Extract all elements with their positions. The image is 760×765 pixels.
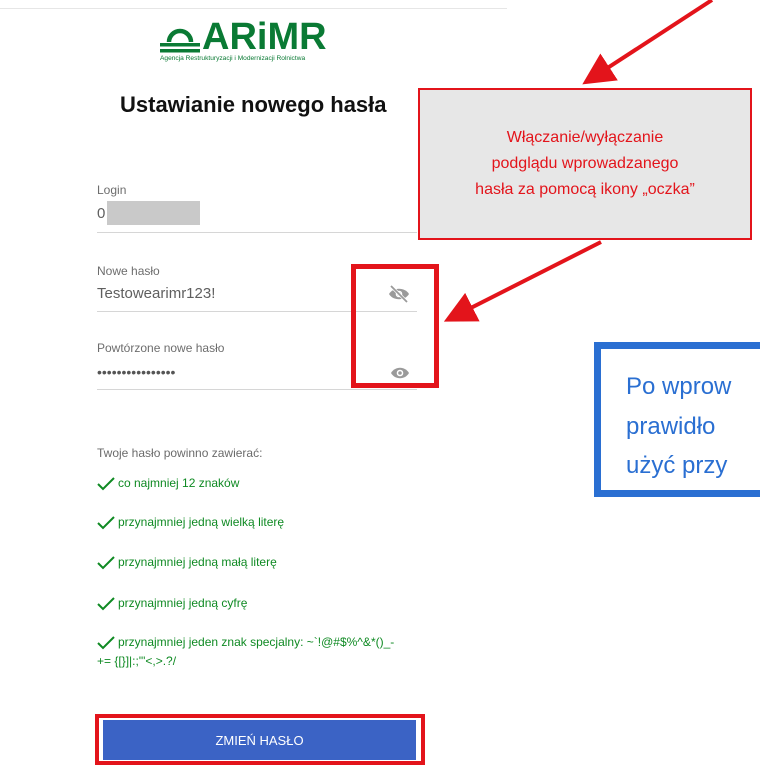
login-field[interactable]: 0 <box>97 205 105 222</box>
requirement-text: przynajmniej jedną małą literę <box>118 555 277 569</box>
new-password-label: Nowe hasło <box>97 264 160 278</box>
callout-line: Włączanie/wyłączanie <box>506 129 664 146</box>
check-icon <box>97 516 115 530</box>
new-password-field[interactable]: Testowearimr123! <box>97 285 215 302</box>
repeat-password-label: Powtórzone nowe hasło <box>97 341 225 355</box>
arrow-to-eye-icons <box>443 240 602 322</box>
requirement-text: przynajmniej jeden znak specjalny: ~`!@#… <box>118 635 395 649</box>
requirement-item: przynajmniej jeden znak specjalny: ~`!@#… <box>97 635 394 650</box>
callout-line: hasła za pomocą ikony „oczka” <box>475 181 695 198</box>
requirement-item: przynajmniej jedną małą literę <box>97 555 277 570</box>
login-label: Login <box>97 183 127 197</box>
change-password-button[interactable]: ZMIEŃ HASŁO <box>103 720 416 760</box>
requirement-text: przynajmniej jedną cyfrę <box>118 596 248 610</box>
top-divider <box>0 8 507 9</box>
requirement-item: co najmniej 12 znaków <box>97 476 239 491</box>
page-title: Ustawianie nowego hasła <box>120 92 387 117</box>
requirement-text: co najmniej 12 znaków <box>118 476 240 490</box>
arimr-logo: ARiMR Agencja Restrukturyzacji i Moderni… <box>160 18 370 66</box>
info-box-line: prawidło <box>626 413 716 440</box>
repeat-password-field[interactable]: •••••••••••••••• <box>97 364 175 380</box>
requirement-text-continued: += {[}]|:;"'<,>.?/ <box>97 654 177 668</box>
requirement-item: przynajmniej jedną cyfrę <box>97 596 247 611</box>
requirement-item: przynajmniej jedną wielką literę <box>97 515 284 530</box>
callout-line: podglądu wprowadzanego <box>491 155 679 172</box>
repeat-password-underline <box>97 389 417 390</box>
eye-icons-highlight-frame <box>351 264 439 388</box>
annotation-callout: Włączanie/wyłączanie podglądu wprowadzan… <box>418 88 752 240</box>
check-icon <box>97 556 115 570</box>
check-icon <box>97 636 115 650</box>
logo-text: ARiMR <box>202 16 327 58</box>
requirement-text: przynajmniej jedną wielką literę <box>118 515 285 529</box>
requirements-title: Twoje hasło powinno zawierać: <box>97 446 263 460</box>
login-redaction <box>107 201 200 225</box>
logo-subtitle: Agencja Restrukturyzacji i Modernizacji … <box>160 55 306 62</box>
info-box-line: użyć przy <box>626 452 728 479</box>
arrow-to-callout <box>582 0 714 85</box>
check-icon <box>97 477 115 491</box>
logo-mark-icon <box>160 28 200 53</box>
info-box-line: Po wprow <box>626 373 732 400</box>
login-underline <box>97 232 417 233</box>
check-icon <box>97 597 115 611</box>
